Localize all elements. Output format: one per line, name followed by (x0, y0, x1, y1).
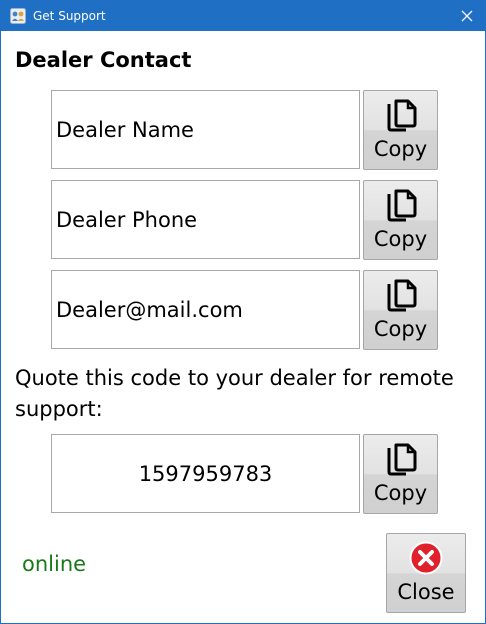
dealer-email-field[interactable]: Dealer@mail.com (51, 270, 360, 349)
copy-icon (387, 279, 417, 312)
close-icon (461, 10, 473, 22)
close-circle-icon (409, 541, 443, 575)
dealer-name-field[interactable]: Dealer Name (51, 90, 360, 169)
copy-dealer-phone-button[interactable]: Copy (363, 180, 438, 260)
window-title: Get Support (33, 9, 106, 23)
copy-icon (387, 99, 417, 132)
title-bar[interactable]: Get Support (1, 1, 485, 31)
copy-button-label: Copy (373, 137, 428, 161)
support-code-field[interactable]: 1597959783 (51, 434, 360, 513)
close-button-label: Close (397, 580, 455, 604)
window-close-button[interactable] (455, 4, 479, 28)
copy-button-label: Copy (373, 317, 428, 341)
dealer-phone-field[interactable]: Dealer Phone (51, 180, 360, 259)
connection-status: online (22, 552, 87, 576)
copy-button-label: Copy (373, 481, 428, 505)
copy-button-label: Copy (373, 227, 428, 251)
copy-icon (387, 189, 417, 222)
dealer-contact-heading: Dealer Contact (15, 48, 192, 72)
copy-dealer-email-button[interactable]: Copy (363, 270, 438, 350)
remote-support-prompt: Quote this code to your dealer for remot… (15, 366, 454, 421)
copy-icon (387, 443, 417, 476)
close-button[interactable]: Close (386, 533, 466, 613)
app-icon (10, 8, 26, 24)
copy-dealer-name-button[interactable]: Copy (363, 90, 438, 170)
copy-support-code-button[interactable]: Copy (363, 434, 438, 514)
get-support-window: Get Support Dealer Contact Dealer Name C… (0, 0, 486, 624)
